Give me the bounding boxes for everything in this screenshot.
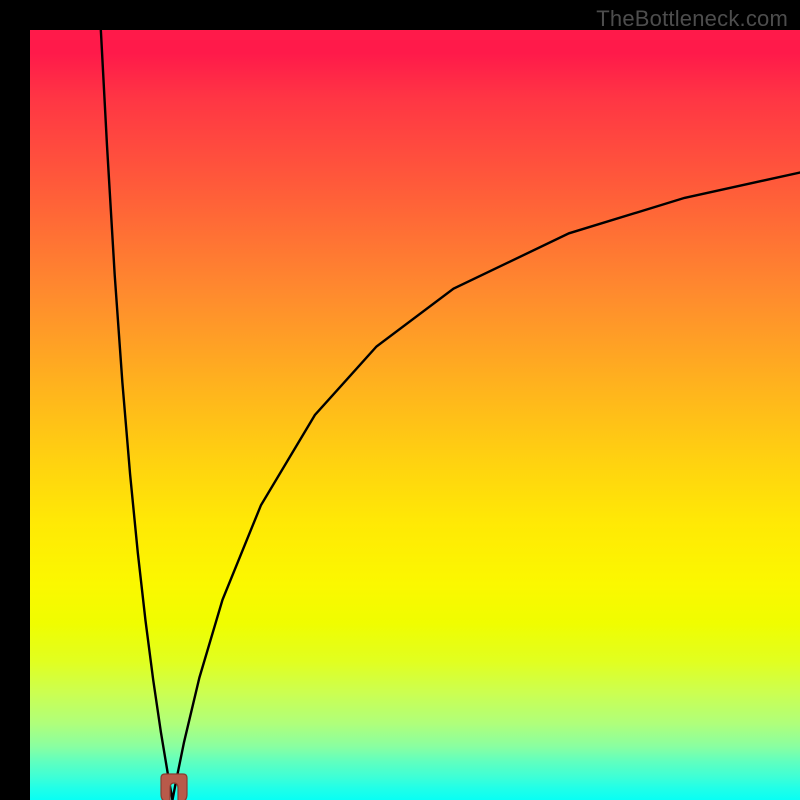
watermark-text: TheBottleneck.com bbox=[596, 6, 788, 32]
bottleneck-curve bbox=[101, 30, 800, 800]
chart-frame: TheBottleneck.com bbox=[0, 0, 800, 800]
plot-area bbox=[30, 30, 800, 800]
chart-svg bbox=[30, 30, 800, 800]
